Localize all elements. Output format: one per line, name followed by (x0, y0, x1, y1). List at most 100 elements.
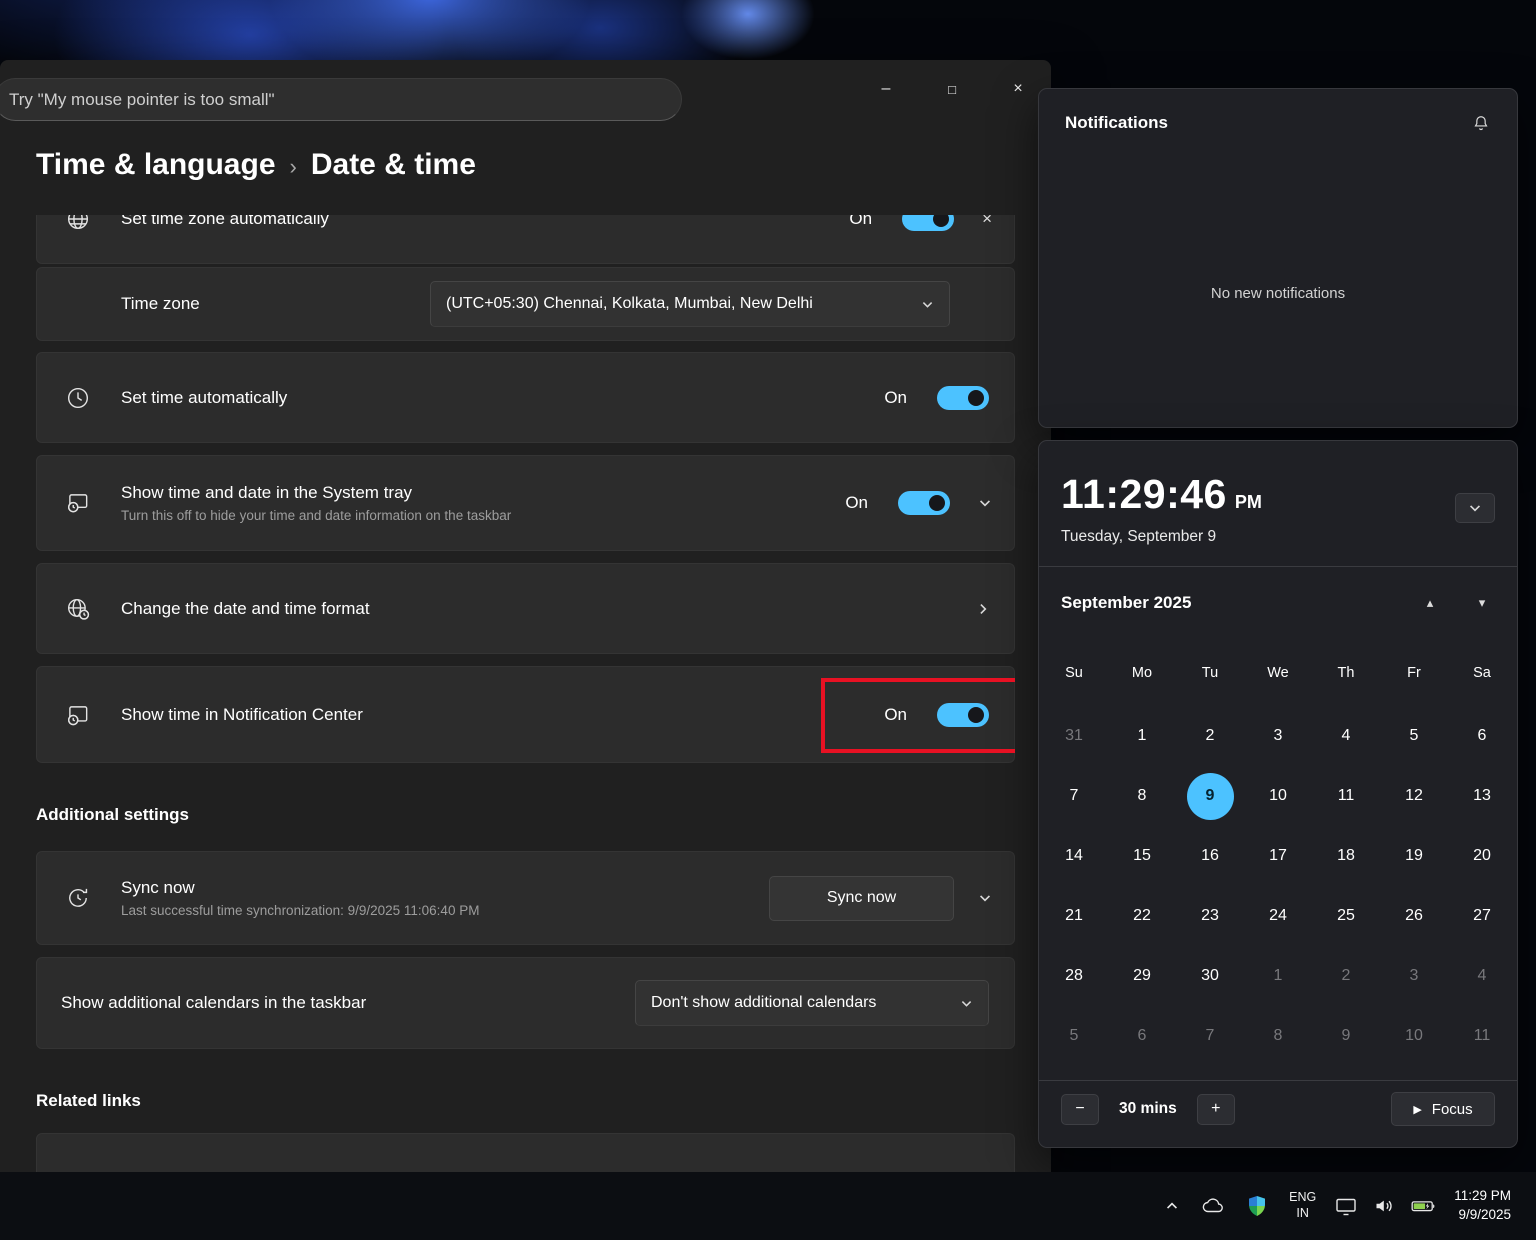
search-input[interactable]: Try "My mouse pointer is too small" (0, 78, 682, 121)
related-links-card[interactable] (36, 1133, 1015, 1172)
additional-calendars-dropdown[interactable]: Don't show additional calendars (635, 980, 989, 1026)
calendar-day[interactable]: 12 (1380, 766, 1448, 826)
calendar-day[interactable]: 16 (1176, 826, 1244, 886)
language-indicator[interactable]: ENG IN (1278, 1172, 1327, 1240)
calendar-day[interactable]: 26 (1380, 886, 1448, 946)
setting-row-system-tray-time[interactable]: Show time and date in the System tray Tu… (36, 455, 1015, 551)
calendar-day[interactable]: 24 (1244, 886, 1312, 946)
focus-session-bar: − 30 mins + ▶ Focus (1039, 1081, 1517, 1137)
battery-charging-icon[interactable] (1403, 1172, 1443, 1240)
calendar-day[interactable]: 14 (1040, 826, 1108, 886)
settings-content: Set time zone automatically On × Time zo… (36, 215, 1015, 1172)
calendar-day[interactable]: 6 (1108, 1006, 1176, 1066)
language-primary: ENG (1289, 1190, 1316, 1206)
divider (1039, 566, 1517, 567)
toggle-state-label: On (884, 705, 907, 725)
timezone-dropdown[interactable]: (UTC+05:30) Chennai, Kolkata, Mumbai, Ne… (430, 281, 950, 327)
set-time-auto-toggle[interactable] (937, 386, 989, 410)
calendar-day[interactable]: 10 (1244, 766, 1312, 826)
calendar-day[interactable]: 20 (1448, 826, 1516, 886)
calendar-day-header: Fr (1380, 665, 1448, 681)
calendar-day[interactable]: 9 (1312, 1006, 1380, 1066)
network-icon[interactable] (1327, 1172, 1365, 1240)
setting-row-set-time-auto: Set time automatically On (36, 352, 1015, 443)
calendar-month-label[interactable]: September 2025 (1061, 593, 1191, 613)
onedrive-cloud-icon[interactable] (1190, 1172, 1236, 1240)
dismiss-icon[interactable]: × (982, 215, 992, 229)
calendar-day[interactable]: 29 (1108, 946, 1176, 1006)
window-controls: – □ × (853, 68, 1051, 110)
calendar-day[interactable]: 7 (1040, 766, 1108, 826)
calendar-day-selected[interactable]: 9 (1176, 766, 1244, 826)
calendar-day[interactable]: 28 (1040, 946, 1108, 1006)
calendar-day[interactable]: 2 (1176, 706, 1244, 766)
calendar-day[interactable]: 21 (1040, 886, 1108, 946)
setting-row-time-zone: Time zone (UTC+05:30) Chennai, Kolkata, … (36, 267, 1015, 341)
calendar-day-header: We (1244, 665, 1312, 681)
calendar-day[interactable]: 19 (1380, 826, 1448, 886)
calendar-day[interactable]: 3 (1380, 946, 1448, 1006)
breadcrumb-root[interactable]: Time & language (36, 148, 276, 182)
focus-increase-button[interactable]: + (1197, 1094, 1235, 1125)
calendar-day[interactable]: 8 (1108, 766, 1176, 826)
row-subtitle: Last successful time synchronization: 9/… (121, 903, 479, 918)
calendar-day[interactable]: 10 (1380, 1006, 1448, 1066)
set-timezone-auto-toggle[interactable] (902, 215, 954, 231)
notification-center-time-toggle[interactable] (937, 703, 989, 727)
row-title: Show additional calendars in the taskbar (61, 993, 366, 1013)
chevron-down-icon[interactable] (978, 496, 992, 510)
calendar-day[interactable]: 31 (1040, 706, 1108, 766)
calendar-day[interactable]: 17 (1244, 826, 1312, 886)
calendar-day[interactable]: 30 (1176, 946, 1244, 1006)
calendar-day[interactable]: 18 (1312, 826, 1380, 886)
calendar-day-header: Sa (1448, 665, 1516, 681)
notification-settings-icon[interactable] (1471, 113, 1491, 133)
calendar-day[interactable]: 1 (1108, 706, 1176, 766)
calendar-day[interactable]: 11 (1448, 1006, 1516, 1066)
sync-now-button[interactable]: Sync now (769, 876, 954, 921)
chevron-down-icon[interactable] (978, 891, 992, 905)
calendar-day[interactable]: 7 (1176, 1006, 1244, 1066)
calendar-day[interactable]: 27 (1448, 886, 1516, 946)
clock-icon (65, 385, 91, 411)
row-subtitle: Turn this off to hide your time and date… (121, 508, 511, 523)
clock-calendar-panel: 11:29:46 PM Tuesday, September 9 Septemb… (1038, 440, 1518, 1148)
calendar-day[interactable]: 25 (1312, 886, 1380, 946)
system-tray-time-toggle[interactable] (898, 491, 950, 515)
calendar-next-icon[interactable]: ▾ (1469, 595, 1495, 611)
calendar-day[interactable]: 2 (1312, 946, 1380, 1006)
calendar-day[interactable]: 23 (1176, 886, 1244, 946)
calendar-day[interactable]: 8 (1244, 1006, 1312, 1066)
calendar-day[interactable]: 13 (1448, 766, 1516, 826)
calendar-day[interactable]: 5 (1380, 706, 1448, 766)
volume-icon[interactable] (1365, 1172, 1403, 1240)
search-placeholder: Try "My mouse pointer is too small" (9, 90, 275, 110)
calendar-day-header: Su (1040, 665, 1108, 681)
minimize-button[interactable]: – (853, 68, 919, 110)
breadcrumb: Time & language › Date & time (0, 130, 1051, 182)
calendar-header: September 2025 ▴ ▾ (1039, 589, 1517, 617)
calendar-day[interactable]: 3 (1244, 706, 1312, 766)
calendar-prev-icon[interactable]: ▴ (1417, 595, 1443, 611)
collapse-calendar-button[interactable] (1455, 493, 1495, 523)
setting-row-additional-calendars: Show additional calendars in the taskbar… (36, 957, 1015, 1049)
security-shield-icon[interactable] (1236, 1172, 1278, 1240)
focus-duration: 30 mins (1119, 1100, 1177, 1118)
chevron-right-icon (976, 602, 990, 616)
setting-row-sync-now[interactable]: Sync now Last successful time synchroniz… (36, 851, 1015, 945)
calendar-day[interactable]: 11 (1312, 766, 1380, 826)
calendar-day[interactable]: 15 (1108, 826, 1176, 886)
calendar-day[interactable]: 5 (1040, 1006, 1108, 1066)
maximize-button[interactable]: □ (919, 68, 985, 110)
calendar-day[interactable]: 4 (1312, 706, 1380, 766)
calendar-day[interactable]: 1 (1244, 946, 1312, 1006)
calendar-day[interactable]: 6 (1448, 706, 1516, 766)
taskbar-clock[interactable]: 11:29 PM 9/9/2025 (1443, 1172, 1522, 1240)
tray-overflow-button[interactable] (1154, 1172, 1190, 1240)
setting-row-set-timezone-auto[interactable]: Set time zone automatically On × (36, 215, 1015, 264)
focus-start-button[interactable]: ▶ Focus (1391, 1092, 1495, 1126)
calendar-day[interactable]: 22 (1108, 886, 1176, 946)
calendar-day[interactable]: 4 (1448, 946, 1516, 1006)
setting-row-date-time-format[interactable]: Change the date and time format (36, 563, 1015, 654)
focus-decrease-button[interactable]: − (1061, 1094, 1099, 1125)
